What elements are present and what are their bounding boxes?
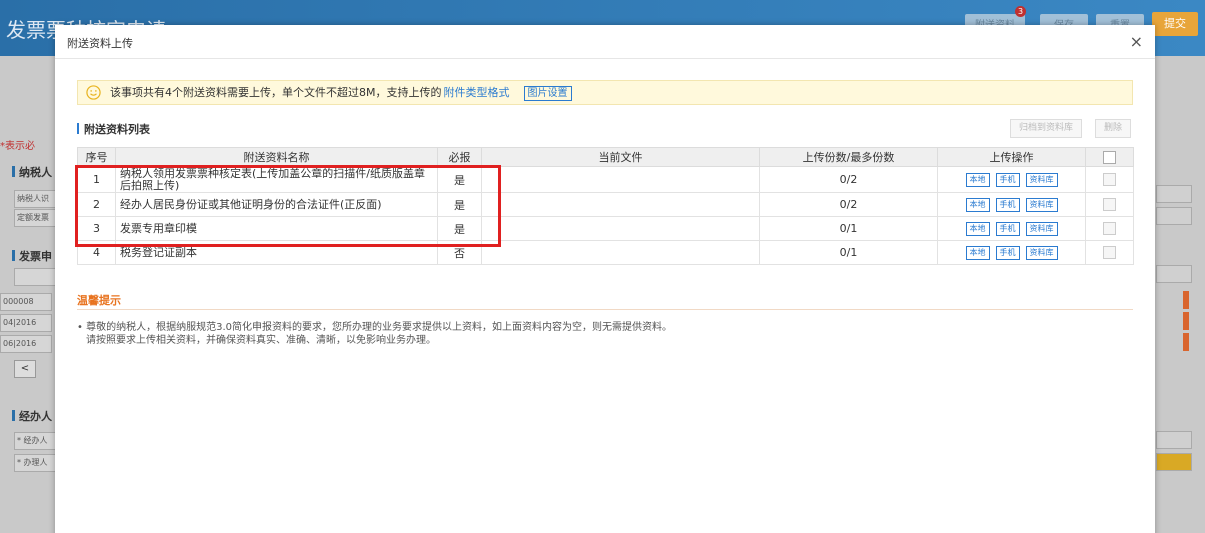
bg-status-mark — [1183, 291, 1189, 309]
upload-phone-button[interactable]: 手机 — [995, 222, 1020, 236]
row-select-cell — [1085, 192, 1134, 217]
column-header: 上传操作 — [937, 147, 1086, 167]
attachment-name: 经办人居民身份证或其他证明身份的合法证件(正反面) — [115, 192, 438, 217]
divider — [77, 309, 1133, 310]
upload-actions: 本地 手机 资料库 — [937, 192, 1086, 217]
bg-field — [1156, 207, 1192, 225]
upload-local-button[interactable]: 本地 — [965, 198, 990, 212]
image-settings-button[interactable]: 图片设置 — [523, 85, 572, 101]
row-checkbox[interactable] — [1103, 246, 1116, 260]
attachment-name: 纳税人领用发票票种核定表(上传加盖公章的扫描件/纸质版盖章后拍照上传) — [115, 166, 438, 193]
archive-to-library-button[interactable]: 归档到资料库 — [1010, 119, 1082, 138]
attachment-table: 序号 附送资料名称 必报 当前文件 上传份数/最多份数 上传操作 1 纳税人领用… — [77, 147, 1134, 265]
upload-count: 0/2 — [759, 192, 938, 217]
file-types-link[interactable]: 附件类型格式 — [444, 86, 510, 99]
attachment-name: 税务登记证副本 — [115, 240, 438, 265]
row-number: 4 — [77, 240, 116, 265]
bg-field — [1156, 431, 1192, 449]
current-file — [481, 240, 760, 265]
notice-text: 该事项共有4个附送资料需要上传，单个文件不超过8M，支持上传的 — [110, 86, 442, 99]
upload-notice: 该事项共有4个附送资料需要上传，单个文件不超过8M，支持上传的 附件类型格式 图片设… — [77, 80, 1133, 105]
required-flag: 是 — [437, 166, 482, 193]
bg-field — [1156, 185, 1192, 203]
tips-line: • 尊敬的纳税人，根据纳服规范3.0简化申报资料的要求，您所办理的业务要求提供以… — [77, 322, 672, 333]
tips-line: 请按照要求上传相关资料，并确保资料真实、准确、清晰，以免影响业务办理。 — [86, 335, 436, 346]
table-row: 1 纳税人领用发票票种核定表(上传加盖公章的扫描件/纸质版盖章后拍照上传) 是 … — [77, 166, 1134, 193]
column-header: 序号 — [77, 147, 116, 167]
tips-body: • 尊敬的纳税人，根据纳服规范3.0简化申报资料的要求，您所办理的业务要求提供以… — [77, 321, 672, 347]
required-flag: 否 — [437, 240, 482, 265]
close-icon[interactable]: × — [1130, 32, 1143, 51]
attachment-upload-dialog: 附送资料上传 × 该事项共有4个附送资料需要上传，单个文件不超过8M，支持上传的… — [55, 25, 1155, 533]
required-flag: 是 — [437, 192, 482, 217]
select-all-cell — [1085, 147, 1134, 167]
current-file — [481, 192, 760, 217]
upload-library-button[interactable]: 资料库 — [1025, 173, 1058, 187]
delete-button[interactable]: 删除 — [1095, 119, 1131, 138]
table-header-row: 序号 附送资料名称 必报 当前文件 上传份数/最多份数 上传操作 — [77, 147, 1134, 167]
column-header: 当前文件 — [481, 147, 760, 167]
table-row: 2 经办人居民身份证或其他证明身份的合法证件(正反面) 是 0/2 本地 手机 资料… — [77, 192, 1134, 217]
notification-badge: 3 — [1015, 6, 1026, 17]
row-number: 2 — [77, 192, 116, 217]
upload-library-button[interactable]: 资料库 — [1025, 246, 1058, 260]
divider — [55, 58, 1155, 59]
column-header: 必报 — [437, 147, 482, 167]
select-all-checkbox[interactable] — [1103, 150, 1116, 164]
upload-phone-button[interactable]: 手机 — [995, 198, 1020, 212]
upload-phone-button[interactable]: 手机 — [995, 173, 1020, 187]
row-checkbox[interactable] — [1103, 173, 1116, 187]
upload-phone-button[interactable]: 手机 — [995, 246, 1020, 260]
invoice-row: 04|2016 — [0, 314, 52, 332]
row-select-cell — [1085, 216, 1134, 241]
column-header: 上传份数/最多份数 — [759, 147, 938, 167]
current-file — [481, 166, 760, 193]
upload-actions: 本地 手机 资料库 — [937, 240, 1086, 265]
table-row: 3 发票专用章印模 是 0/1 本地 手机 资料库 — [77, 216, 1134, 241]
bg-field — [1156, 453, 1192, 471]
upload-actions: 本地 手机 资料库 — [937, 216, 1086, 241]
smile-icon — [86, 85, 101, 100]
upload-local-button[interactable]: 本地 — [965, 173, 990, 187]
section-invoice: 发票申 — [12, 248, 55, 264]
list-title: 附送资料列表 — [77, 121, 150, 137]
bg-status-mark — [1183, 333, 1189, 351]
bg-status-mark — [1183, 312, 1189, 330]
bg-field — [1156, 265, 1192, 283]
current-file — [481, 216, 760, 241]
attachment-name: 发票专用章印模 — [115, 216, 438, 241]
upload-count: 0/1 — [759, 216, 938, 241]
required-flag: 是 — [437, 216, 482, 241]
prev-page-button[interactable]: < — [14, 360, 36, 378]
column-header: 附送资料名称 — [115, 147, 438, 167]
section-taxpayer: 纳税人 — [12, 164, 55, 180]
tips-title: 温馨提示 — [77, 294, 121, 307]
dialog-title: 附送资料上传 — [67, 37, 133, 50]
invoice-row: 06|2016 — [0, 335, 52, 353]
row-number: 3 — [77, 216, 116, 241]
table-row: 4 税务登记证副本 否 0/1 本地 手机 资料库 — [77, 240, 1134, 265]
row-number: 1 — [77, 166, 116, 193]
row-checkbox[interactable] — [1103, 222, 1116, 236]
row-select-cell — [1085, 240, 1134, 265]
required-note: *表示必 — [0, 141, 35, 152]
row-checkbox[interactable] — [1103, 198, 1116, 212]
upload-local-button[interactable]: 本地 — [965, 246, 990, 260]
section-agent: 经办人 — [12, 408, 55, 424]
row-select-cell — [1085, 166, 1134, 193]
upload-library-button[interactable]: 资料库 — [1025, 198, 1058, 212]
upload-count: 0/1 — [759, 240, 938, 265]
upload-count: 0/2 — [759, 166, 938, 193]
invoice-row: 000008 — [0, 293, 52, 311]
upload-actions: 本地 手机 资料库 — [937, 166, 1086, 193]
upload-local-button[interactable]: 本地 — [965, 222, 990, 236]
submit-button[interactable]: 提交 — [1152, 12, 1198, 36]
upload-library-button[interactable]: 资料库 — [1025, 222, 1058, 236]
